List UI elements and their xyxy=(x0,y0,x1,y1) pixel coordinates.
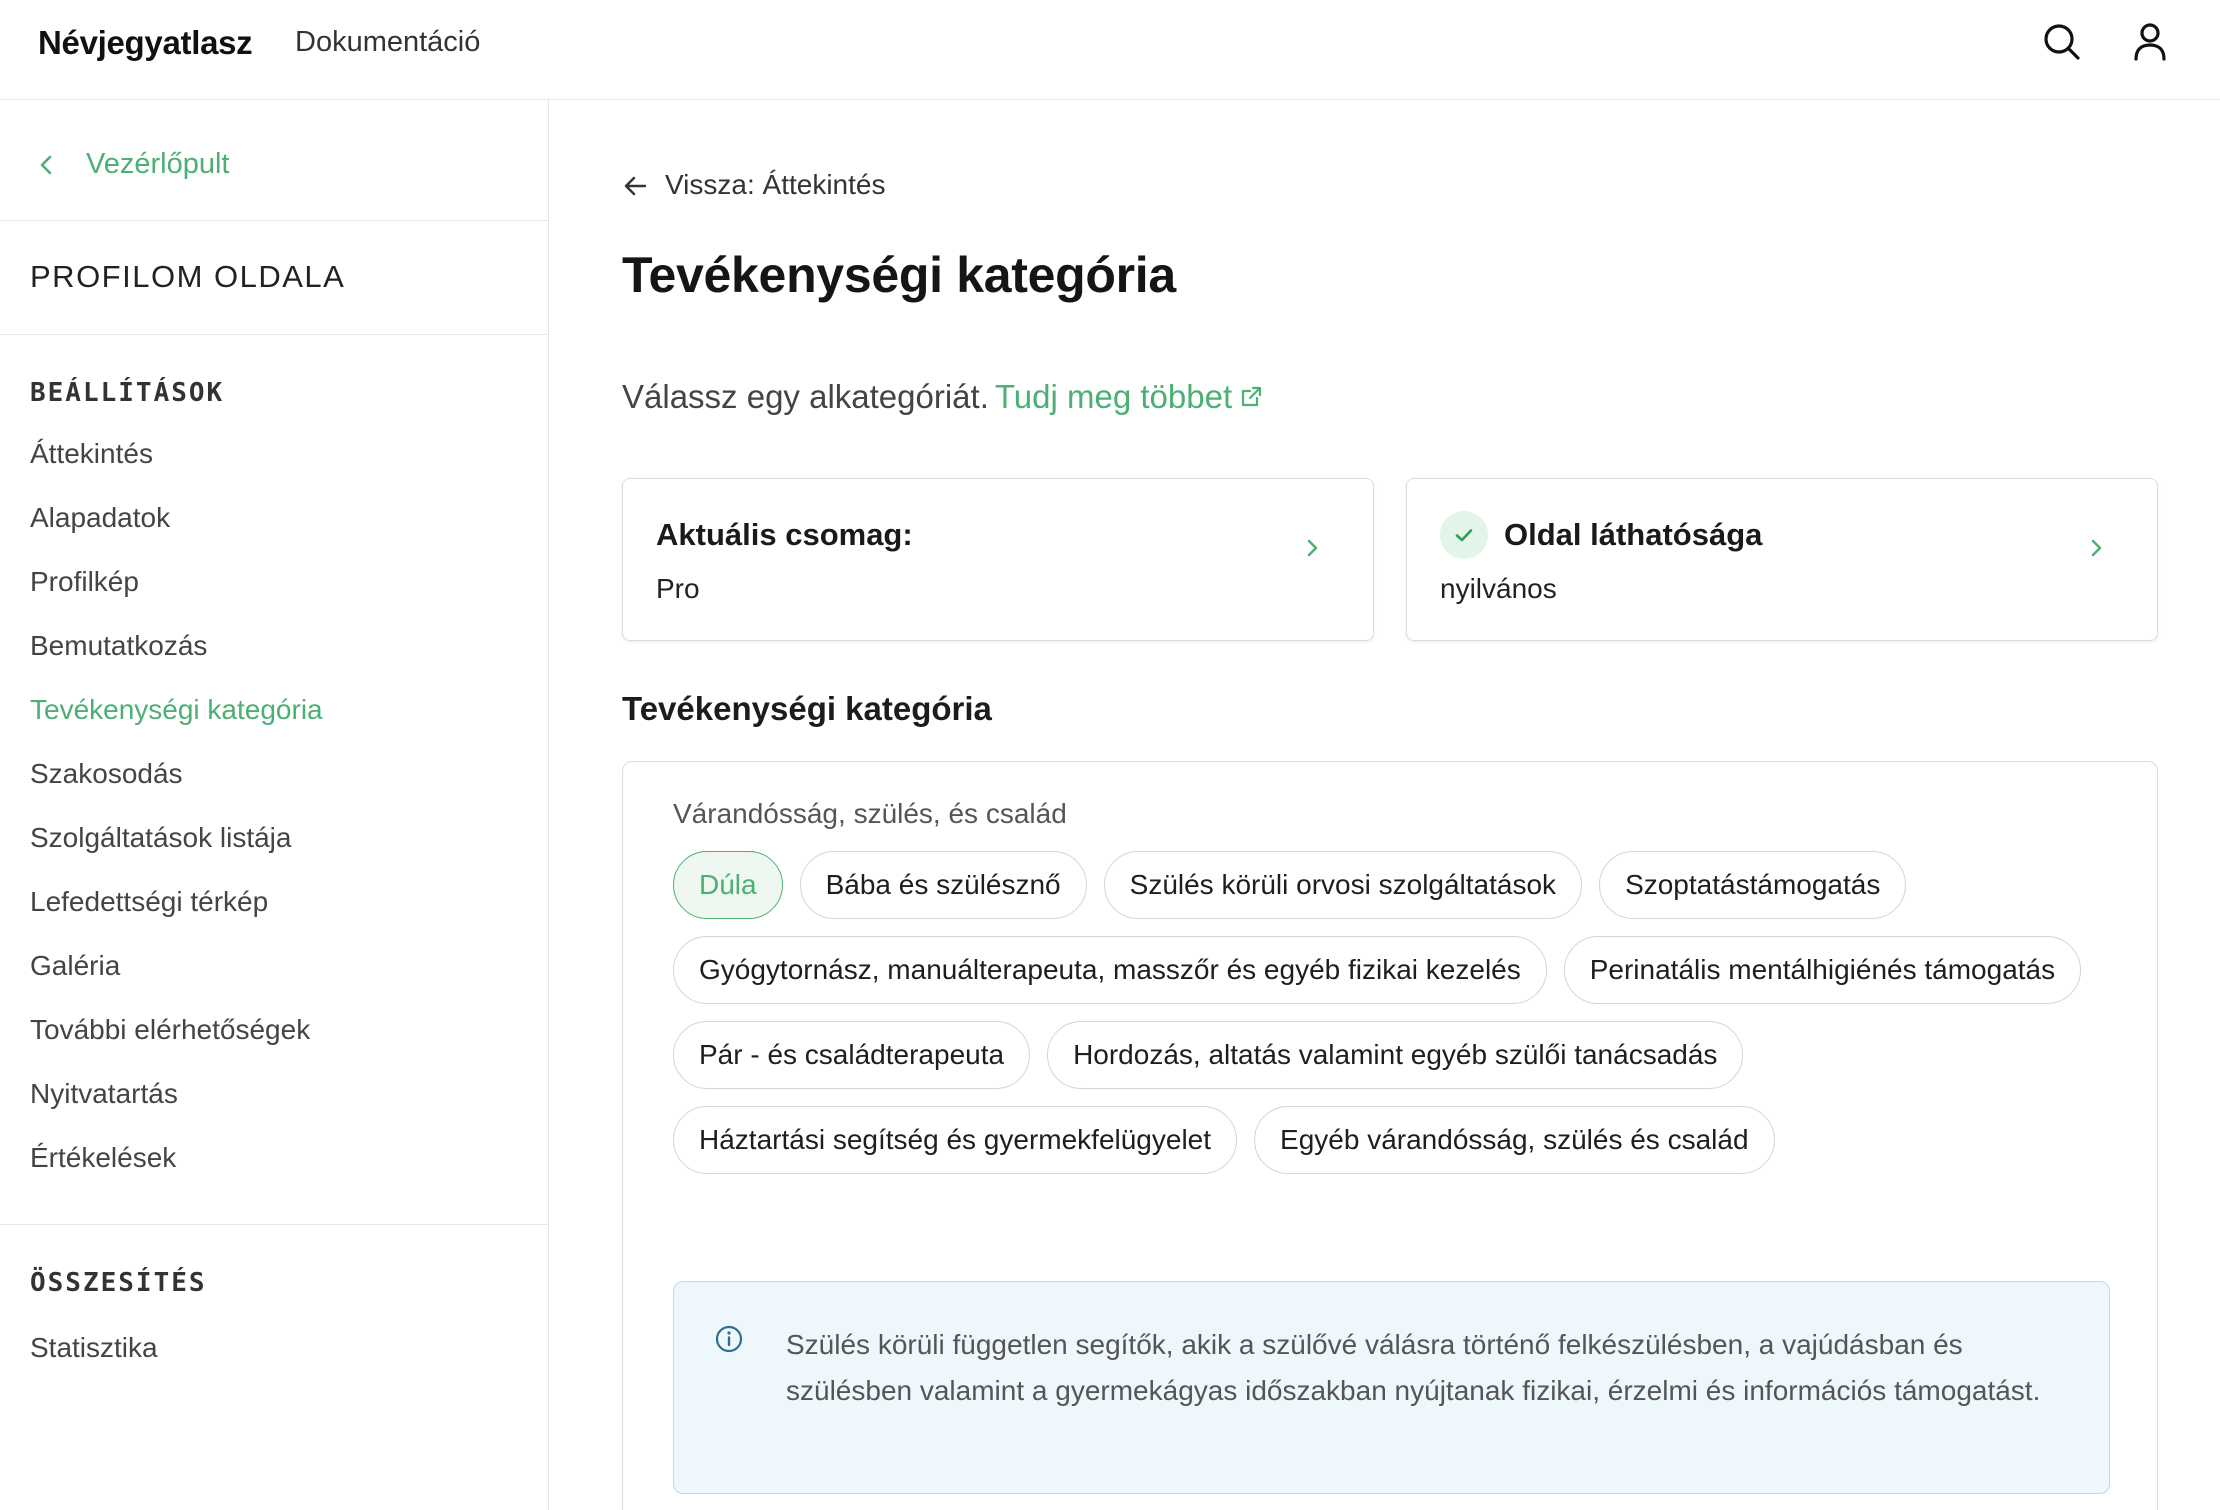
main-content: Vissza: Áttekintés Tevékenységi kategóri… xyxy=(549,100,2220,1510)
chip-physiotherapy[interactable]: Gyógytornász, manuálterapeuta, masszőr é… xyxy=(673,936,1547,1004)
chip-breastfeeding-support[interactable]: Szoptatástámogatás xyxy=(1599,851,1907,919)
sidebar-item-opening-hours[interactable]: Nyitvatartás xyxy=(30,1062,323,1126)
external-link-icon xyxy=(1242,386,1262,407)
back-to-dashboard-label: Vezérlőpult xyxy=(86,148,230,180)
intro-text: Válassz egy alkategóriát. Tudj meg többet xyxy=(622,378,1264,416)
chevron-right-icon xyxy=(2091,539,2102,557)
arrow-left-icon xyxy=(624,176,647,196)
sidebar-item-coverage-map[interactable]: Lefedettségi térkép xyxy=(30,870,323,934)
category-panel: Várandósság, szülés, és család Dúla Bába… xyxy=(622,761,2158,1510)
current-package-title: Aktuális csomag: xyxy=(656,517,913,552)
profile-page-label: PROFILOM OLDALA xyxy=(30,259,346,294)
sidebar-item-reviews[interactable]: Értékelések xyxy=(30,1126,323,1190)
subcategory-chips: Dúla Bába és szülésznő Szülés körüli orv… xyxy=(673,851,2113,1174)
chip-midwife[interactable]: Bába és szülésznő xyxy=(799,851,1087,919)
check-badge xyxy=(1440,511,1488,559)
user-icon[interactable] xyxy=(2128,20,2172,64)
intro-label: Válassz egy alkategóriát. xyxy=(622,378,989,415)
chip-perinatal-mental-health[interactable]: Perinatális mentálhigiénés támogatás xyxy=(1563,936,2082,1004)
sidebar-item-basic-data[interactable]: Alapadatok xyxy=(30,486,323,550)
chip-doula[interactable]: Dúla xyxy=(673,851,783,919)
sidebar-item-introduction[interactable]: Bemutatkozás xyxy=(30,614,323,678)
page-visibility-card[interactable]: Oldal láthatósága nyilvános xyxy=(1406,478,2158,641)
info-text: Szülés körüli független segítők, akik a … xyxy=(786,1329,2041,1406)
current-package-card[interactable]: Aktuális csomag: Pro xyxy=(622,478,1374,641)
page-visibility-title: Oldal láthatósága xyxy=(1504,517,1763,552)
page-visibility-value: nyilvános xyxy=(1440,573,1557,604)
sidebar-item-gallery[interactable]: Galéria xyxy=(30,934,323,998)
chip-perinatal-medical[interactable]: Szülés körüli orvosi szolgáltatások xyxy=(1103,851,1583,919)
sidebar-divider xyxy=(0,1224,548,1225)
check-icon xyxy=(1455,529,1473,542)
category-group-label: Várandósság, szülés, és család xyxy=(673,798,1067,829)
chevron-left-icon xyxy=(40,155,52,175)
learn-more-link[interactable]: Tudj meg többet xyxy=(995,378,1264,415)
sidebar-item-activity-category[interactable]: Tevékenységi kategória xyxy=(30,678,323,742)
settings-heading: BEÁLLÍTÁSOK xyxy=(30,378,225,408)
sidebar-item-contacts[interactable]: További elérhetőségek xyxy=(30,998,323,1062)
sidebar: Vezérlőpult PROFILOM OLDALA BEÁLLÍTÁSOK … xyxy=(0,100,549,1510)
learn-more-label: Tudj meg többet xyxy=(994,378,1233,415)
chevron-right-icon xyxy=(1307,539,1318,557)
back-to-dashboard[interactable]: Vezérlőpult xyxy=(0,100,548,221)
chip-couple-family-therapy[interactable]: Pár - és családterapeuta xyxy=(673,1021,1031,1089)
settings-nav: Áttekintés Alapadatok Profilkép Bemutatk… xyxy=(30,422,323,1190)
sidebar-item-overview[interactable]: Áttekintés xyxy=(30,422,323,486)
info-icon xyxy=(715,1325,743,1353)
search-icon[interactable] xyxy=(2040,20,2084,64)
summary-heading: ÖSSZESÍTÉS xyxy=(30,1268,207,1298)
top-bar: Névjegyatlasz Dokumentáció xyxy=(0,0,2220,100)
profile-page-link[interactable]: PROFILOM OLDALA xyxy=(0,221,548,335)
chip-other-family[interactable]: Egyéb várandósság, szülés és család xyxy=(1254,1106,1775,1174)
page-title: Tevékenységi kategória xyxy=(622,247,1176,303)
docs-link[interactable]: Dokumentáció xyxy=(295,26,480,59)
back-to-overview-label: Vissza: Áttekintés xyxy=(665,169,886,200)
sidebar-item-profile-picture[interactable]: Profilkép xyxy=(30,550,323,614)
brand-logo[interactable]: Névjegyatlasz xyxy=(38,24,253,62)
info-box: Szülés körüli független segítők, akik a … xyxy=(673,1281,2110,1494)
chip-babywearing-sleep[interactable]: Hordozás, altatás valamint egyéb szülői … xyxy=(1047,1021,1744,1089)
chip-household-childcare[interactable]: Háztartási segítség és gyermekfelügyelet xyxy=(673,1106,1238,1174)
current-package-value: Pro xyxy=(656,573,700,604)
sidebar-item-statistics[interactable]: Statisztika xyxy=(30,1332,158,1364)
category-section-title: Tevékenységi kategória xyxy=(622,690,992,727)
sidebar-item-services[interactable]: Szolgáltatások listája xyxy=(30,806,323,870)
sidebar-item-specialization[interactable]: Szakosodás xyxy=(30,742,323,806)
